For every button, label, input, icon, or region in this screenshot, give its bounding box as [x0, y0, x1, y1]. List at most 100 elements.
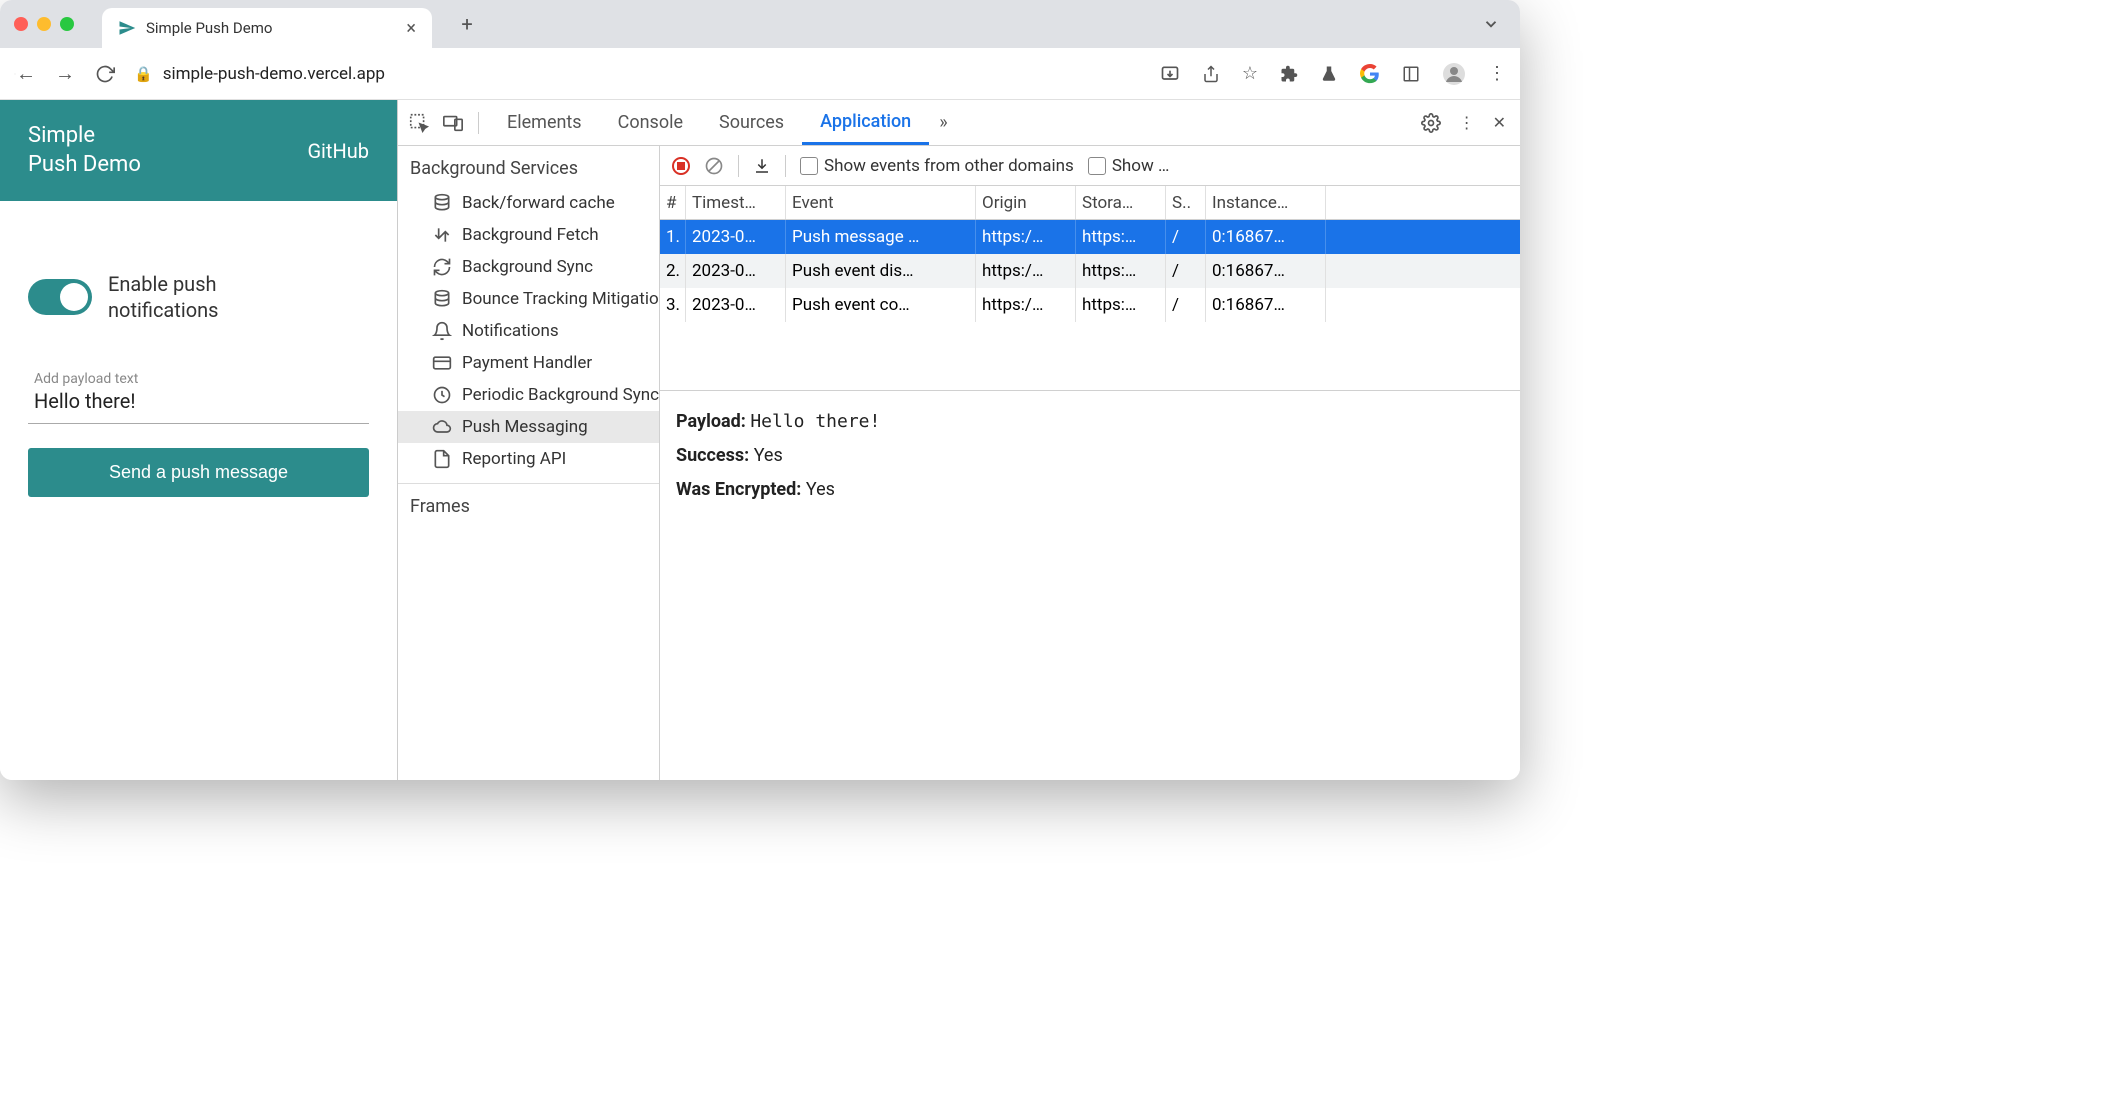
inspect-icon[interactable] [408, 112, 430, 134]
tab-elements[interactable]: Elements [489, 100, 600, 145]
kebab-icon[interactable]: ⋮ [1459, 113, 1475, 132]
kebab-icon[interactable]: ⋮ [1488, 63, 1506, 84]
sidebar-item-reporting-api[interactable]: Reporting API [398, 443, 659, 475]
browser-tab[interactable]: Simple Push Demo × [102, 8, 432, 48]
profile-icon[interactable] [1442, 62, 1466, 86]
sidebar-item-label: Background Sync [462, 257, 593, 277]
gear-icon[interactable] [1421, 113, 1441, 133]
close-tab-icon[interactable]: × [406, 18, 416, 39]
col-scope[interactable]: S.. [1166, 186, 1206, 219]
events-toolbar: Show events from other domains Show … [660, 146, 1520, 186]
tab-overflow-icon[interactable] [1482, 15, 1506, 33]
forward-button[interactable]: → [54, 63, 76, 85]
detail-payload-label: Payload: [676, 411, 746, 432]
sidebar-item-back-forward-cache[interactable]: Back/forward cache [398, 187, 659, 219]
detail-encrypted-value: Yes [806, 479, 835, 500]
cell-storage: https:… [1076, 254, 1166, 288]
bell-icon [432, 321, 452, 341]
tab-title: Simple Push Demo [146, 19, 272, 37]
sync-icon [432, 257, 452, 277]
google-icon[interactable] [1360, 64, 1380, 84]
minimize-window[interactable] [37, 17, 51, 31]
col-number[interactable]: # [660, 186, 686, 219]
cell-storage: https:… [1076, 220, 1166, 254]
detail-success-label: Success: [676, 445, 749, 466]
back-button[interactable]: ← [14, 63, 36, 85]
sidebar-item-periodic-background-sync[interactable]: Periodic Background Sync [398, 379, 659, 411]
tabs-overflow-icon[interactable]: » [939, 112, 947, 133]
tab-application[interactable]: Application [802, 100, 929, 145]
close-devtools-icon[interactable]: ✕ [1493, 113, 1506, 132]
cell-event: Push message … [786, 220, 976, 254]
cell-event: Push event co… [786, 288, 976, 322]
fetch-icon [432, 225, 452, 245]
tab-console[interactable]: Console [600, 100, 701, 145]
titlebar: Simple Push Demo × + [0, 0, 1520, 48]
cell-scope: / [1166, 288, 1206, 322]
sidebar-item-payment-handler[interactable]: Payment Handler [398, 347, 659, 379]
extensions-icon[interactable] [1280, 65, 1298, 83]
toggle-label: Enable push notifications [108, 271, 218, 323]
col-event[interactable]: Event [786, 186, 976, 219]
share-icon[interactable] [1202, 65, 1220, 83]
payload-label: Add payload text [34, 371, 363, 387]
detail-payload-value: Hello there! [750, 411, 880, 432]
toolbar: ← → 🔒 simple-push-demo.vercel.app ☆ ⋮ [0, 48, 1520, 100]
cell-n: 3. [660, 288, 686, 322]
sidebar-item-label: Push Messaging [462, 417, 588, 437]
new-tab-button[interactable]: + [452, 12, 482, 36]
cell-origin: https:/… [976, 288, 1076, 322]
section-background-services: Background Services [398, 146, 659, 187]
labs-icon[interactable] [1320, 65, 1338, 83]
database-icon [432, 289, 452, 309]
enable-push-toggle[interactable] [28, 279, 92, 315]
col-instance[interactable]: Instance… [1206, 186, 1326, 219]
cell-instance: 0:16867… [1206, 254, 1326, 288]
show-truncated-checkbox[interactable]: Show … [1088, 156, 1170, 176]
cell-origin: https:/… [976, 220, 1076, 254]
address-bar[interactable]: 🔒 simple-push-demo.vercel.app [134, 64, 1142, 84]
install-icon[interactable] [1160, 64, 1180, 84]
cell-event: Push event dis… [786, 254, 976, 288]
cell-ts: 2023-0… [686, 220, 786, 254]
sidebar-item-label: Background Fetch [462, 225, 599, 245]
sidebar-item-label: Bounce Tracking Mitigations [462, 289, 659, 309]
clear-icon[interactable] [704, 156, 724, 176]
close-window[interactable] [14, 17, 28, 31]
url-text: simple-push-demo.vercel.app [163, 64, 385, 84]
sidebar-item-label: Payment Handler [462, 353, 592, 373]
app-header: Simple Push Demo GitHub [0, 100, 397, 201]
device-icon[interactable] [442, 112, 464, 134]
payload-value: Hello there! [34, 389, 363, 413]
reader-icon[interactable] [1402, 65, 1420, 83]
sidebar-item-label: Notifications [462, 321, 559, 341]
sidebar-item-push-messaging[interactable]: Push Messaging [398, 411, 659, 443]
col-storage[interactable]: Stora… [1076, 186, 1166, 219]
clock-icon [432, 385, 452, 405]
download-icon[interactable] [753, 157, 771, 175]
devtools: Elements Console Sources Application » ⋮… [398, 100, 1520, 780]
send-push-button[interactable]: Send a push message [28, 448, 369, 497]
tab-sources[interactable]: Sources [701, 100, 802, 145]
show-other-domains-checkbox[interactable]: Show events from other domains [800, 156, 1074, 176]
card-icon [432, 353, 452, 373]
table-row[interactable]: 2.2023-0…Push event dis…https:/…https:…/… [660, 254, 1520, 288]
sidebar-item-background-sync[interactable]: Background Sync [398, 251, 659, 283]
maximize-window[interactable] [60, 17, 74, 31]
payload-field[interactable]: Add payload text Hello there! [28, 363, 369, 424]
col-origin[interactable]: Origin [976, 186, 1076, 219]
paper-plane-icon [118, 19, 136, 37]
sidebar-item-bounce-tracking-mitigations[interactable]: Bounce Tracking Mitigations [398, 283, 659, 315]
col-timestamp[interactable]: Timest… [686, 186, 786, 219]
table-row[interactable]: 3.2023-0…Push event co…https:/…https:…/0… [660, 288, 1520, 322]
star-icon[interactable]: ☆ [1242, 63, 1258, 84]
table-row[interactable]: 1.2023-0…Push message …https:/…https:…/0… [660, 220, 1520, 254]
reload-button[interactable] [94, 63, 116, 85]
github-link[interactable]: GitHub [307, 139, 369, 163]
sidebar-item-label: Back/forward cache [462, 193, 615, 213]
app-title: Simple Push Demo [28, 122, 141, 179]
page-viewport: Simple Push Demo GitHub Enable push noti… [0, 100, 398, 780]
record-button[interactable] [672, 157, 690, 175]
sidebar-item-notifications[interactable]: Notifications [398, 315, 659, 347]
sidebar-item-background-fetch[interactable]: Background Fetch [398, 219, 659, 251]
